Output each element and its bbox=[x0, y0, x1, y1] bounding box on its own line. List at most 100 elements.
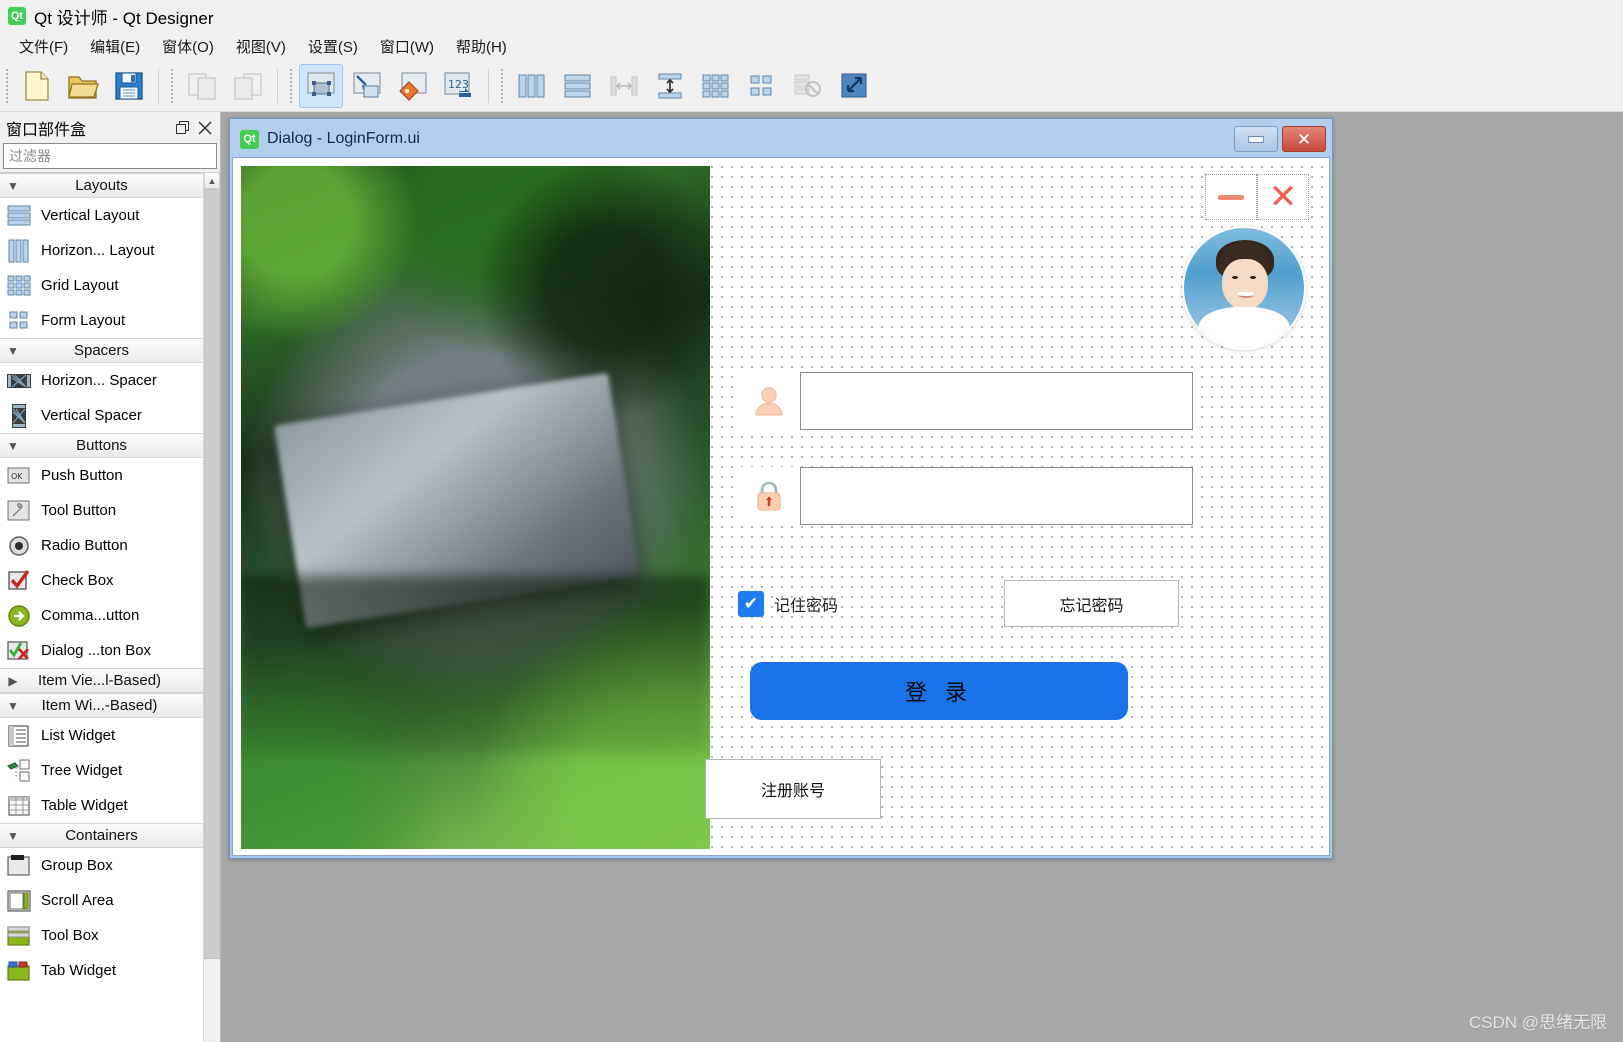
widget-item-group-box[interactable]: Group Box bbox=[0, 848, 203, 883]
layout-grid-icon[interactable] bbox=[694, 64, 738, 108]
menu-help[interactable]: 帮助(H) bbox=[445, 34, 518, 59]
form-window-minimize-button[interactable] bbox=[1234, 126, 1278, 152]
widget-item-label: Scroll Area bbox=[41, 892, 114, 909]
widget-item-scroll-area[interactable]: Scroll Area bbox=[0, 883, 203, 918]
forgot-password-button[interactable]: 忘记密码 bbox=[1004, 580, 1179, 627]
widget-item-tree-widget[interactable]: Tree Widget bbox=[0, 753, 203, 788]
widget-item-dialog-button-box[interactable]: Dialog ...ton Box bbox=[0, 633, 203, 668]
layout-form-icon[interactable] bbox=[740, 64, 784, 108]
register-account-button[interactable]: 注册账号 bbox=[705, 759, 881, 819]
widget-group-layouts[interactable]: ▼ Layouts bbox=[0, 173, 203, 198]
password-input[interactable] bbox=[800, 467, 1193, 525]
lock-icon bbox=[752, 479, 786, 513]
toolbar-grip[interactable] bbox=[498, 68, 506, 103]
form-window-titlebar: Qt Dialog - LoginForm.ui ✕ bbox=[232, 121, 1330, 157]
login-form-canvas: ✕ ✔ 记住密码 忘记密码 登 录 注册账号 bbox=[232, 157, 1330, 856]
widget-item-form-layout[interactable]: Form Layout bbox=[0, 303, 203, 338]
login-button[interactable]: 登 录 bbox=[750, 662, 1128, 720]
avatar-smile bbox=[1238, 291, 1254, 298]
toolbar-grip[interactable] bbox=[168, 68, 176, 103]
widget-item-label: Grid Layout bbox=[41, 277, 119, 294]
widget-group-spacers[interactable]: ▼ Spacers bbox=[0, 338, 203, 363]
redo-icon[interactable] bbox=[226, 64, 270, 108]
float-icon[interactable] bbox=[172, 117, 194, 139]
scroll-up-icon[interactable]: ▲ bbox=[204, 172, 220, 189]
remember-password-row[interactable]: ✔ 记住密码 bbox=[738, 591, 838, 617]
vertical-layout-icon bbox=[6, 203, 32, 229]
main-toolbar: 123 bbox=[0, 60, 1623, 112]
undo-icon[interactable] bbox=[180, 64, 224, 108]
widget-group-containers[interactable]: ▼ Containers bbox=[0, 823, 203, 848]
widget-item-label: Form Layout bbox=[41, 312, 126, 329]
scrollbar-track[interactable] bbox=[204, 189, 220, 1042]
toolbar-grip[interactable] bbox=[3, 68, 11, 103]
edit-buddies-icon[interactable] bbox=[391, 64, 435, 108]
check-box-icon bbox=[6, 568, 32, 594]
close-icon: ✕ bbox=[1268, 178, 1298, 216]
widget-item-label: Dialog ...ton Box bbox=[41, 642, 152, 659]
widget-box-dock: 窗口部件盒 ▼ Layouts bbox=[0, 112, 221, 1042]
filter-input[interactable] bbox=[3, 143, 217, 169]
widget-item-label: Check Box bbox=[41, 572, 114, 589]
break-layout-icon[interactable] bbox=[786, 64, 830, 108]
menu-file[interactable]: 文件(F) bbox=[8, 34, 79, 59]
widget-item-table-widget[interactable]: Table Widget bbox=[0, 788, 203, 823]
edit-signals-slots-icon[interactable] bbox=[345, 64, 389, 108]
widget-item-horizontal-layout[interactable]: Horizon... Layout bbox=[0, 233, 203, 268]
login-minimize-button[interactable] bbox=[1205, 174, 1257, 220]
widget-item-label: List Widget bbox=[41, 727, 116, 744]
qt-logo-icon: Qt bbox=[8, 7, 26, 25]
username-input[interactable] bbox=[800, 372, 1193, 430]
tab-widget-icon bbox=[6, 958, 32, 984]
avatar-face bbox=[1222, 259, 1268, 310]
layout-horizontally-icon[interactable] bbox=[510, 64, 554, 108]
widget-item-list-widget[interactable]: List Widget bbox=[0, 718, 203, 753]
widget-item-label: Tab Widget bbox=[41, 962, 117, 979]
widget-item-radio-button[interactable]: Radio Button bbox=[0, 528, 203, 563]
menu-settings[interactable]: 设置(S) bbox=[297, 34, 369, 59]
widget-group-label: Item Wi...-Based) bbox=[41, 697, 158, 714]
menu-window[interactable]: 窗口(W) bbox=[369, 34, 445, 59]
widget-item-push-button[interactable]: OK Push Button bbox=[0, 458, 203, 493]
menu-view[interactable]: 视图(V) bbox=[225, 34, 297, 59]
form-window-title: Dialog - LoginForm.ui bbox=[267, 130, 420, 147]
widget-group-item-views[interactable]: ▶ Item Vie...l-Based) bbox=[0, 668, 203, 693]
widget-item-tab-widget[interactable]: Tab Widget bbox=[0, 953, 203, 988]
widget-item-check-box[interactable]: Check Box bbox=[0, 563, 203, 598]
widget-item-horizontal-spacer[interactable]: Horizon... Spacer bbox=[0, 363, 203, 398]
menu-edit[interactable]: 编辑(E) bbox=[79, 34, 151, 59]
lock-icon-box bbox=[738, 467, 800, 525]
avatar-shirt bbox=[1198, 307, 1290, 348]
edit-tab-order-icon[interactable]: 123 bbox=[437, 64, 481, 108]
open-form-icon[interactable] bbox=[61, 64, 105, 108]
menu-form[interactable]: 窗体(O) bbox=[151, 34, 225, 59]
widget-item-grid-layout[interactable]: Grid Layout bbox=[0, 268, 203, 303]
login-close-button[interactable]: ✕ bbox=[1257, 174, 1309, 220]
form-window-close-button[interactable]: ✕ bbox=[1282, 126, 1326, 152]
layout-vertically-icon[interactable] bbox=[556, 64, 600, 108]
widget-item-vertical-layout[interactable]: Vertical Layout bbox=[0, 198, 203, 233]
widget-group-item-widgets[interactable]: ▼ Item Wi...-Based) bbox=[0, 693, 203, 718]
widget-item-command-link-button[interactable]: Comma...utton bbox=[0, 598, 203, 633]
remember-password-checkbox[interactable]: ✔ bbox=[738, 591, 764, 617]
tree-widget-icon bbox=[6, 758, 32, 784]
widget-item-tool-box[interactable]: Tool Box bbox=[0, 918, 203, 953]
toolbar-grip[interactable] bbox=[287, 68, 295, 103]
scrollbar-thumb[interactable] bbox=[204, 189, 220, 959]
save-form-icon[interactable] bbox=[107, 64, 151, 108]
widget-item-vertical-spacer[interactable]: Vertical Spacer bbox=[0, 398, 203, 433]
layout-horizontal-splitter-icon[interactable] bbox=[602, 64, 646, 108]
list-widget-icon bbox=[6, 723, 32, 749]
layout-vertical-splitter-icon[interactable] bbox=[648, 64, 692, 108]
widget-item-label: Vertical Layout bbox=[41, 207, 140, 224]
close-icon[interactable] bbox=[194, 117, 216, 139]
widget-group-buttons[interactable]: ▼ Buttons bbox=[0, 433, 203, 458]
adjust-size-icon[interactable] bbox=[832, 64, 876, 108]
widget-box-scrollbar[interactable]: ▲ bbox=[203, 172, 220, 1042]
widget-box-titlebar: 窗口部件盒 bbox=[0, 112, 220, 143]
edit-widgets-icon[interactable] bbox=[299, 63, 343, 108]
new-form-icon[interactable] bbox=[15, 64, 59, 108]
widget-item-label: Table Widget bbox=[41, 797, 128, 814]
widget-item-tool-button[interactable]: Tool Button bbox=[0, 493, 203, 528]
user-icon-box bbox=[738, 372, 800, 430]
